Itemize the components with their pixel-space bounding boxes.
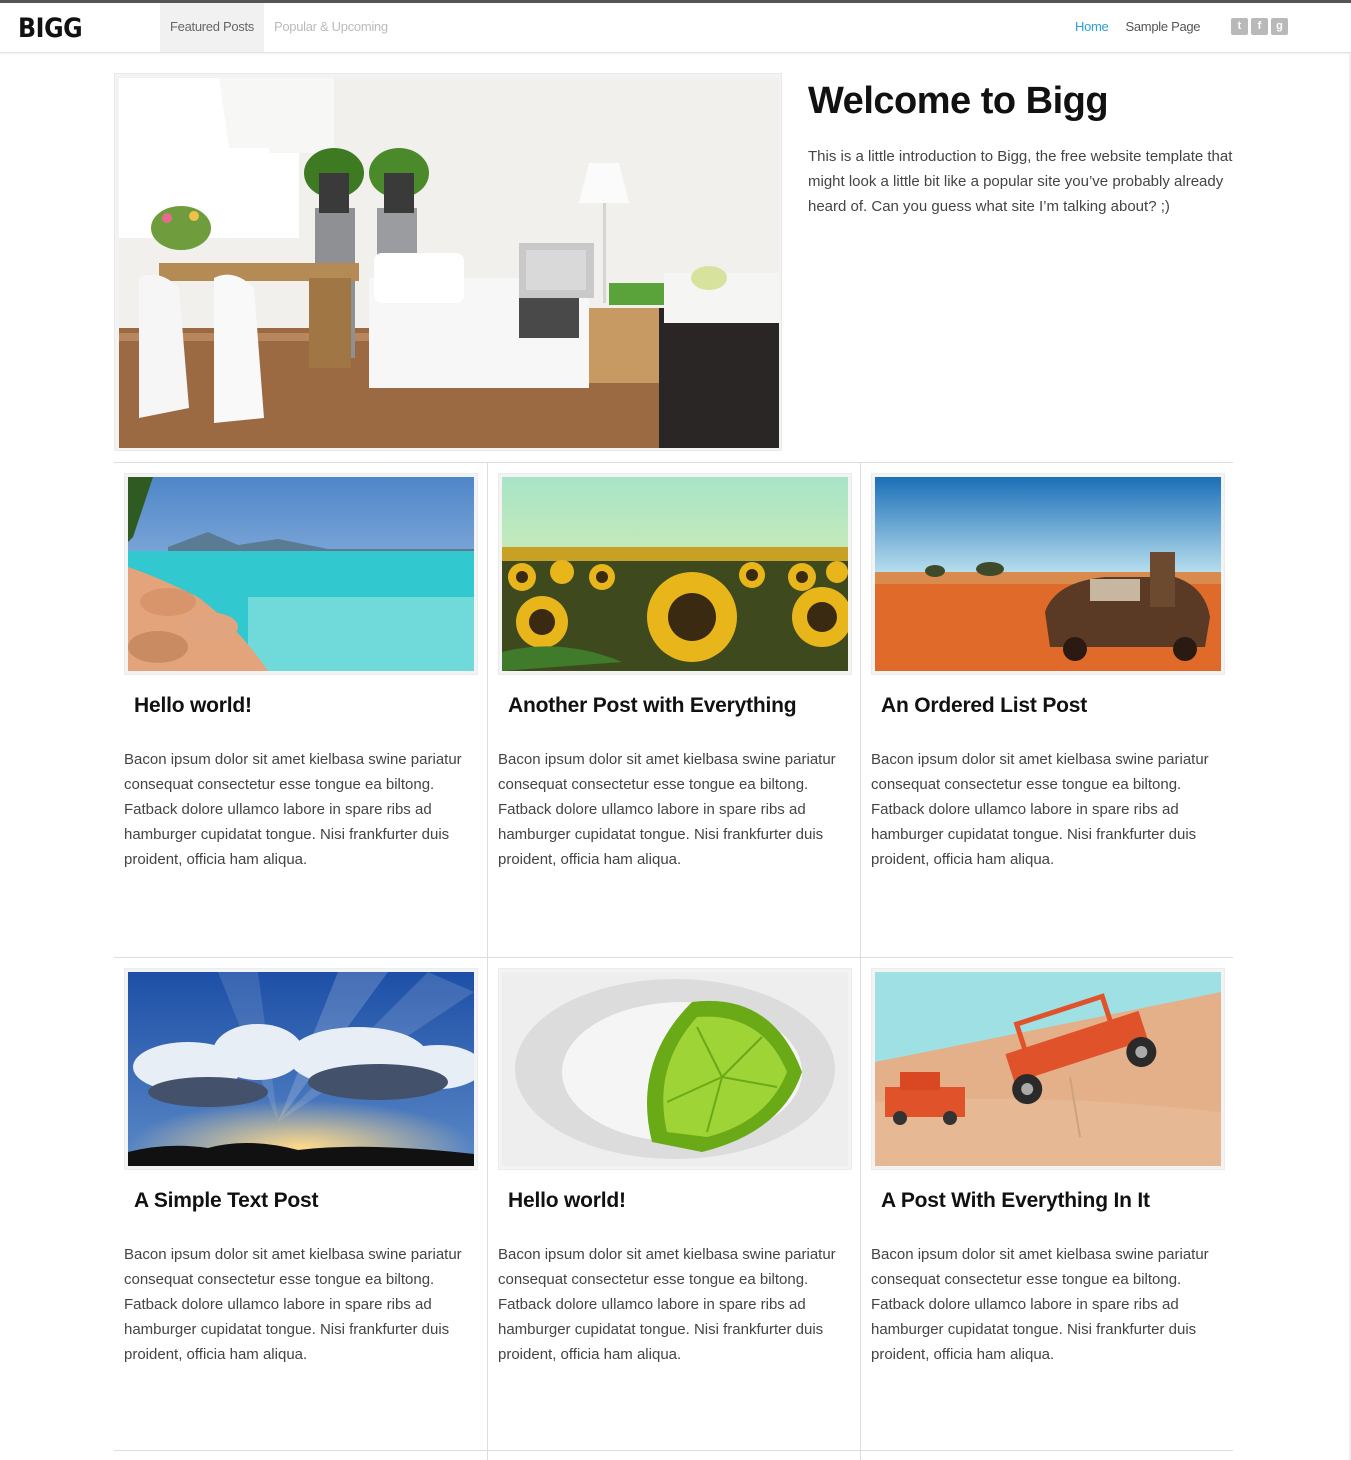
hero-intro-text: This is a little introduction to Bigg, t… [808, 148, 1233, 215]
post-excerpt: Bacon ipsum dolor sit amet kielbasa swin… [498, 751, 836, 868]
site-header: BIGG Featured Posts Popular & Upcoming H… [0, 3, 1351, 53]
living-room-photo[interactable] [119, 78, 779, 448]
post-filter-tabs: Featured Posts Popular & Upcoming [160, 3, 398, 52]
post-title[interactable]: A Post With Everything In It [881, 1189, 1228, 1213]
post-card: A Simple Text Post Bacon ipsum dolor sit… [124, 968, 481, 1367]
hero-title: Welcome to Bigg [808, 80, 1109, 122]
post-title[interactable]: An Ordered List Post [881, 694, 1228, 718]
post-excerpt: Bacon ipsum dolor sit amet kielbasa swin… [124, 1246, 462, 1363]
social-links: t f g [1231, 18, 1288, 35]
post-title[interactable]: Hello world! [508, 1189, 855, 1213]
twitter-icon[interactable]: t [1231, 18, 1248, 35]
post-card: Hello world! Bacon ipsum dolor sit amet … [498, 968, 855, 1367]
post-thumbnail[interactable] [871, 968, 1225, 1170]
post-excerpt: Bacon ipsum dolor sit amet kielbasa swin… [871, 1246, 1209, 1363]
toy-jeep-photo [875, 972, 1221, 1166]
post-card: An Ordered List Post Bacon ipsum dolor s… [871, 473, 1228, 872]
google-plus-icon[interactable]: g [1271, 18, 1288, 35]
post-thumbnail[interactable] [124, 968, 478, 1170]
post-title[interactable]: A Simple Text Post [134, 1189, 481, 1213]
post-thumbnail[interactable] [871, 473, 1225, 675]
post-thumbnail[interactable] [124, 473, 478, 675]
nav-home-link[interactable]: Home [1075, 3, 1109, 52]
grid-divider [114, 1450, 1233, 1451]
grid-divider [860, 463, 861, 1460]
tab-featured-posts[interactable]: Featured Posts [160, 3, 264, 52]
sunflowers-photo [502, 477, 848, 671]
post-thumbnail[interactable] [498, 968, 852, 1170]
post-card: Another Post with Everything Bacon ipsum… [498, 473, 855, 872]
site-logo[interactable]: BIGG [18, 13, 83, 44]
hero-image-frame [114, 73, 782, 451]
grid-divider [487, 463, 488, 1460]
post-card: Hello world! Bacon ipsum dolor sit amet … [124, 473, 481, 872]
lime-splash-photo [502, 972, 848, 1166]
beach-photo [128, 477, 474, 671]
post-card: A Post With Everything In It Bacon ipsum… [871, 968, 1228, 1367]
main-nav: Home Sample Page [1075, 3, 1201, 52]
post-thumbnail[interactable] [498, 473, 852, 675]
grid-divider [114, 957, 1233, 958]
sky-clouds-photo [128, 972, 474, 1166]
post-excerpt: Bacon ipsum dolor sit amet kielbasa swin… [871, 751, 1209, 868]
tab-popular-upcoming[interactable]: Popular & Upcoming [264, 3, 398, 52]
grid-divider [114, 462, 1233, 463]
post-excerpt: Bacon ipsum dolor sit amet kielbasa swin… [124, 751, 462, 868]
nav-sample-page-link[interactable]: Sample Page [1125, 3, 1200, 52]
desert-car-photo [875, 477, 1221, 671]
post-title[interactable]: Another Post with Everything [508, 694, 855, 718]
post-excerpt: Bacon ipsum dolor sit amet kielbasa swin… [498, 1246, 836, 1363]
post-title[interactable]: Hello world! [134, 694, 481, 718]
facebook-icon[interactable]: f [1251, 18, 1268, 35]
